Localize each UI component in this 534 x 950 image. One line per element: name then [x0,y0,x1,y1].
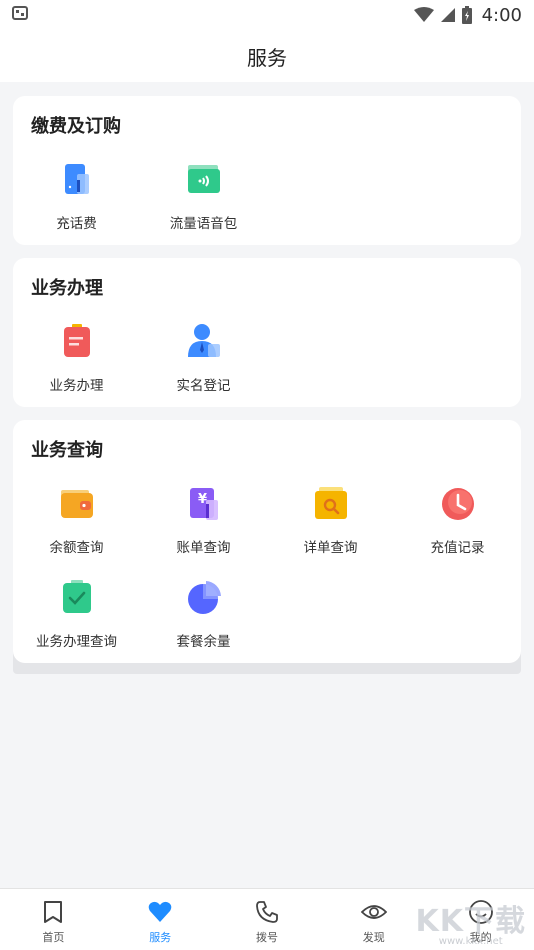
section-title: 缴费及订购 [31,116,121,137]
item-label: 业务办理 [49,378,104,394]
nav-dial[interactable]: 拨号 [214,889,321,950]
phone-icon [256,901,278,923]
page-header: 服务 [0,30,534,82]
item-package-remaining[interactable]: 套餐余量 [140,578,267,658]
item-label: 余额查询 [49,540,104,556]
check-clipboard-icon [62,580,91,613]
section-business-query: 业务查询 余额查询 ¥ 账单查询 详单查询 充值记录 业务办理查询 套餐余量 [13,420,521,663]
status-time: 4:00 [481,4,522,26]
bill-yuan-icon: ¥ [189,488,218,520]
item-phone-recharge[interactable]: 充话费 [13,160,140,240]
clipboard-icon [63,324,90,357]
nav-label: 服务 [149,931,172,944]
item-bill-query[interactable]: ¥ 账单查询 [140,484,267,564]
section-title: 业务办理 [31,278,103,299]
eye-icon [360,905,387,919]
data-voice-pack-icon [187,165,220,193]
item-label: 充话费 [56,216,97,232]
item-label: 账单查询 [176,540,231,556]
item-balance-query[interactable]: 余额查询 [13,484,140,564]
nav-home[interactable]: 首页 [0,889,107,950]
nav-service[interactable]: 服务 [107,889,214,950]
item-label: 业务办理查询 [36,634,117,650]
nav-mine[interactable]: 我的 [427,889,534,950]
nav-label: 拨号 [255,931,278,944]
pie-chart-icon [187,581,221,614]
app-notification-icon [12,5,28,25]
bookmark-icon [44,901,63,923]
wifi-icon [413,7,434,22]
smile-icon [468,900,493,924]
clock-icon [441,488,474,520]
svg-text:¥: ¥ [198,492,207,507]
page-title: 服务 [247,45,287,70]
heart-icon [148,901,172,922]
nav-label: 我的 [469,931,492,944]
item-detail-query[interactable]: 详单查询 [267,484,394,564]
item-label: 流量语音包 [169,216,238,232]
item-realname-registration[interactable]: 实名登记 [140,322,267,402]
user-id-icon [187,324,220,357]
item-label: 详单查询 [303,540,358,556]
item-business-handling-query[interactable]: 业务办理查询 [13,578,140,658]
item-data-voice-pack[interactable]: 流量语音包 [140,160,267,240]
nav-discover[interactable]: 发现 [320,889,427,950]
item-recharge-record[interactable]: 充值记录 [394,484,521,564]
signal-icon [440,8,455,22]
wallet-icon [60,490,93,518]
nav-label: 发现 [362,931,385,944]
item-business-handling[interactable]: 业务办理 [13,322,140,402]
section-title: 业务查询 [31,440,103,461]
bottom-nav: 首页 服务 拨号 发现 我的 [0,888,534,950]
status-bar: 4:00 [0,0,534,30]
section-payment: 缴费及订购 充话费 流量语音包 [13,96,521,245]
item-label: 套餐余量 [176,634,231,650]
section-business-handling: 业务办理 业务办理 实名登记 [13,258,521,407]
phone-recharge-icon [64,164,89,194]
status-indicators: 4:00 [413,4,522,26]
battery-icon [461,6,472,24]
nav-label: 首页 [42,931,65,944]
item-label: 充值记录 [430,540,485,556]
item-label: 实名登记 [176,378,231,394]
detail-search-icon [314,487,347,519]
